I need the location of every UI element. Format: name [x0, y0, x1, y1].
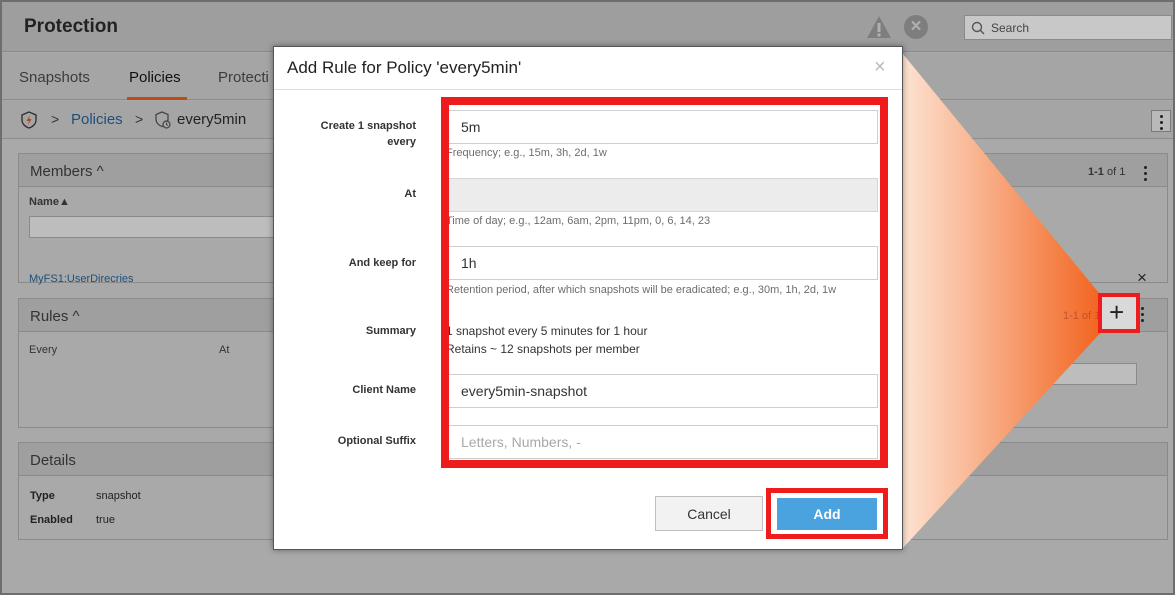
app-title: Protection	[24, 16, 118, 37]
members-name-column-header[interactable]: Name▲	[29, 196, 70, 208]
optional-suffix-label: Optional Suffix	[337, 435, 416, 447]
rules-at-column[interactable]: At	[219, 344, 229, 356]
create-every-label: Create 1 snapshot every	[274, 118, 416, 150]
summary-label: Summary	[365, 325, 416, 337]
search-box[interactable]	[964, 15, 1172, 40]
create-every-label-line2: every	[387, 136, 416, 148]
active-tab-indicator	[127, 97, 187, 100]
warning-icon[interactable]	[866, 15, 892, 39]
rules-filter-input[interactable]	[889, 363, 1137, 385]
members-pager-total: of 1	[1103, 166, 1126, 178]
retention-hint: Retention period, after which snapshots …	[446, 284, 837, 296]
client-name-input[interactable]	[446, 374, 878, 408]
add-button-highlight: Add	[766, 488, 888, 539]
shield-bolt-icon[interactable]	[20, 111, 38, 129]
cancel-button[interactable]: Cancel	[655, 496, 763, 531]
close-icon[interactable]: ×	[874, 56, 886, 79]
create-every-label-line1: Create 1 snapshot	[320, 120, 416, 132]
detail-enabled-label: Enabled	[30, 514, 73, 526]
close-circle-icon[interactable]: ✕	[904, 15, 928, 39]
breadcrumb-current: every5min	[177, 111, 247, 128]
optional-suffix-input[interactable]	[446, 425, 878, 459]
frequency-input[interactable]	[446, 110, 878, 144]
time-of-day-input[interactable]	[446, 178, 878, 212]
tab-snapshots[interactable]: Snapshots	[19, 69, 90, 86]
breadcrumb-separator: >	[51, 111, 60, 127]
rules-title[interactable]: Rules ^	[30, 308, 80, 325]
details-title: Details	[30, 452, 76, 469]
add-button[interactable]: Add	[777, 498, 877, 530]
frequency-hint: Frequency; e.g., 15m, 3h, 2d, 1w	[446, 147, 607, 159]
at-label: At	[404, 188, 416, 200]
members-menu-button[interactable]	[1140, 163, 1150, 181]
dialog-title: Add Rule for Policy 'every5min'	[287, 58, 522, 77]
add-rule-dialog: Add Rule for Policy 'every5min' × Create…	[273, 46, 903, 550]
members-pager: 1-1 of 1	[1088, 166, 1125, 178]
dialog-header: Add Rule for Policy 'every5min' ×	[274, 47, 902, 90]
keep-for-label: And keep for	[348, 257, 416, 269]
members-pager-range: 1-1	[1088, 166, 1104, 178]
rules-every-column[interactable]: Every	[29, 344, 57, 356]
summary-line-1: 1 snapshot every 5 minutes for 1 hour	[446, 324, 648, 338]
summary-line-2: Retains ~ 12 snapshots per member	[446, 342, 640, 356]
add-rule-button[interactable]: +	[1098, 293, 1140, 333]
member-row-link[interactable]: MyFS1:UserDirecries	[29, 273, 134, 285]
client-name-label: Client Name	[352, 384, 416, 396]
detail-type-label: Type	[30, 490, 55, 502]
rules-menu-button[interactable]	[1138, 304, 1146, 324]
breadcrumb-separator: >	[135, 111, 144, 127]
top-bar: Protection ✕	[2, 2, 1173, 52]
breadcrumb-policies-link[interactable]: Policies	[71, 111, 123, 128]
detail-type-value: snapshot	[96, 490, 141, 502]
plus-icon: +	[1109, 297, 1125, 327]
members-name-filter[interactable]	[29, 216, 279, 238]
policy-icon	[155, 111, 171, 129]
retention-input[interactable]	[446, 246, 878, 280]
rules-pager: 1-1 of 1	[1063, 310, 1101, 322]
remove-member-icon[interactable]: ×	[1137, 268, 1147, 288]
time-of-day-hint: Time of day; e.g., 12am, 6am, 2pm, 11pm,…	[446, 215, 711, 227]
search-input[interactable]	[991, 18, 1161, 37]
page-menu-button[interactable]	[1151, 110, 1171, 132]
search-icon	[971, 21, 985, 35]
tab-policies[interactable]: Policies	[129, 69, 181, 86]
tab-protection-groups[interactable]: Protecti	[218, 69, 269, 86]
summary-text: 1 snapshot every 5 minutes for 1 hour Re…	[446, 322, 647, 358]
detail-enabled-value: true	[96, 514, 115, 526]
members-title[interactable]: Members ^	[30, 163, 104, 180]
